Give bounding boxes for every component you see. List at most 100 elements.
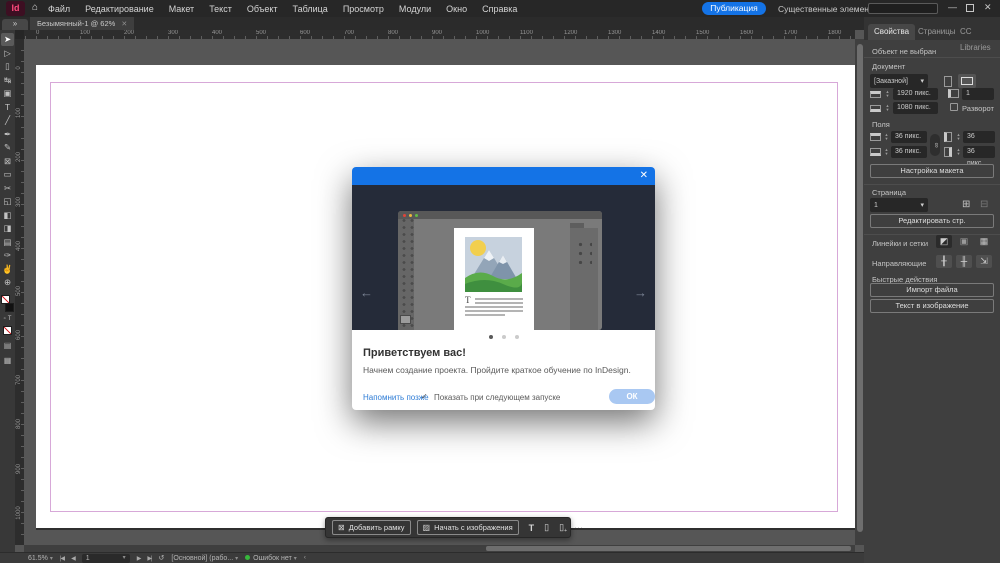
line-tool[interactable]: ╱ (1, 114, 14, 127)
color-theme-tool[interactable]: ✑ (1, 249, 14, 262)
home-icon[interactable]: ⌂ (32, 2, 38, 13)
new-document-icon[interactable]: ▯+ (559, 522, 564, 533)
document-grid-icon[interactable]: ▦ (976, 235, 992, 248)
search-input[interactable] (868, 3, 938, 14)
publish-button[interactable]: Публикация (702, 2, 766, 15)
menu-item[interactable]: Окно (446, 4, 467, 14)
text-to-image-button[interactable]: Текст в изображение (870, 299, 994, 313)
spread-checkbox[interactable] (950, 103, 958, 111)
height-stepper[interactable]: ▲▼ (884, 102, 891, 114)
horizontal-scrollbar[interactable] (24, 545, 855, 552)
preflight-status[interactable]: Ошибок нет▾ (245, 555, 297, 562)
dialog-close-icon[interactable]: ✕ (640, 170, 648, 181)
vertical-scrollbar-thumb[interactable] (857, 44, 863, 532)
gradient-tool[interactable]: ◧ (1, 209, 14, 222)
last-page-button[interactable]: ▶| (147, 555, 151, 562)
remind-later-link[interactable]: Напомнить позже (363, 393, 429, 402)
ok-button[interactable]: ОК (609, 389, 655, 404)
smart-guides-icon[interactable]: ⇲ (976, 255, 992, 268)
content-collector-tool[interactable]: ▣ (1, 87, 14, 100)
menu-item[interactable]: Редактирование (85, 4, 154, 14)
fill-stroke-swatches[interactable] (1, 295, 14, 313)
horizontal-scrollbar-thumb[interactable] (486, 546, 851, 551)
rulers-icon[interactable]: ◩ (936, 235, 952, 248)
import-file-button[interactable]: Импорт файла (870, 283, 994, 297)
menu-item[interactable]: Просмотр (343, 4, 384, 14)
menu-item[interactable]: Справка (482, 4, 517, 14)
width-stepper[interactable]: ▲▼ (884, 88, 891, 100)
type-tool[interactable]: T (1, 101, 14, 114)
add-frame-button[interactable]: ⊠ Добавить рамку (332, 520, 411, 535)
page-tool[interactable]: ▯ (1, 60, 14, 73)
close-button[interactable]: ✕ (984, 2, 992, 13)
guides-icon[interactable]: ╂ (936, 255, 952, 268)
menu-item[interactable]: Таблица (293, 4, 328, 14)
menu-item[interactable]: Объект (247, 4, 278, 14)
document-icon[interactable]: ▯ (544, 522, 549, 533)
minimize-button[interactable]: — (948, 2, 957, 12)
direct-selection-tool[interactable]: ▷ (1, 47, 14, 60)
baseline-grid-icon[interactable]: ▣ (956, 235, 972, 248)
height-field[interactable]: 1080 пикс. (893, 102, 938, 114)
margin-right-stepper[interactable]: ▲▼ (955, 146, 962, 158)
zoom-tool[interactable]: ⊕ (1, 276, 14, 289)
ruler-corner[interactable] (15, 30, 24, 39)
margin-top-field[interactable]: 36 пикс. (891, 131, 927, 143)
tools-dock-header[interactable]: » (2, 19, 28, 30)
preflight-icon[interactable]: ↺ (159, 554, 165, 562)
free-transform-tool[interactable]: ◱ (1, 195, 14, 208)
scroll-left-arrow[interactable]: ‹ (304, 555, 305, 561)
screen-mode-normal-icon[interactable]: ▤ (4, 341, 12, 350)
apply-none-swatch[interactable] (3, 326, 12, 335)
margin-left-field[interactable]: 36 пикс. (963, 131, 995, 143)
menu-item[interactable]: Макет (169, 4, 194, 14)
pencil-tool[interactable]: ✎ (1, 141, 14, 154)
edit-page-button[interactable]: Редактировать стр. (870, 214, 994, 228)
margin-bottom-stepper[interactable]: ▲▼ (883, 146, 890, 158)
gap-tool[interactable]: ↹ (1, 74, 14, 87)
document-tab[interactable]: Безымянный-1 @ 62% ✕ (30, 17, 134, 30)
layout-settings-button[interactable]: Настройка макета (870, 164, 994, 178)
first-page-button[interactable]: |◀ (60, 555, 64, 562)
preset-select[interactable]: [Заказной]▾ (870, 74, 928, 88)
pen-tool[interactable]: ✒ (1, 128, 14, 141)
selection-tool[interactable]: ➤ (1, 33, 14, 46)
tab-cc-libraries[interactable]: CC Libraries (954, 24, 1000, 40)
carousel-next-arrow[interactable]: → (634, 285, 647, 300)
menu-item[interactable]: Текст (209, 4, 232, 14)
start-with-image-button[interactable]: ▨ Начать с изображения (417, 520, 519, 535)
rectangle-tool[interactable]: ▭ (1, 168, 14, 181)
link-margins-icon[interactable]: ∞ (930, 134, 940, 156)
stroke-swatch[interactable] (5, 303, 14, 312)
frame-tool[interactable]: ⊠ (1, 155, 14, 168)
next-page-button[interactable]: ▶ (137, 555, 141, 562)
formatting-container-icon[interactable]: ▫ (4, 316, 6, 322)
delete-page-icon[interactable]: ⊟ (980, 199, 988, 210)
apply-format-icons[interactable]: ▫T (4, 316, 12, 322)
landscape-orientation-icon[interactable] (958, 74, 976, 88)
screen-mode-preview-icon[interactable]: ▦ (4, 356, 12, 365)
hand-tool[interactable]: ✌ (1, 263, 14, 276)
preflight-profile[interactable]: [Основной] (рабо...▾ (171, 555, 238, 562)
carousel-dot[interactable] (502, 335, 506, 339)
fill-swatch[interactable] (1, 295, 10, 304)
pages-field[interactable]: 1 (962, 88, 994, 100)
tab-close-icon[interactable]: ✕ (121, 20, 127, 28)
portrait-orientation-icon[interactable] (944, 76, 952, 87)
restore-button[interactable] (966, 4, 974, 12)
menu-item[interactable]: Модули (399, 4, 431, 14)
margin-bottom-field[interactable]: 36 пикс. (891, 146, 927, 158)
note-tool[interactable]: ▤ (1, 236, 14, 249)
menu-item[interactable]: Файл (48, 4, 70, 14)
vertical-scrollbar[interactable] (855, 39, 864, 545)
more-options-icon[interactable]: ⋯ (574, 522, 583, 533)
margin-top-stepper[interactable]: ▲▼ (883, 131, 890, 143)
width-field[interactable]: 1920 пикс. (893, 88, 938, 100)
show-on-startup-checkbox[interactable]: ✓ (421, 393, 429, 401)
page-select[interactable]: 1▾ (870, 198, 928, 212)
previous-page-button[interactable]: ◀ (71, 555, 75, 562)
carousel-previous-arrow[interactable]: ← (360, 285, 373, 300)
carousel-dot[interactable] (515, 335, 519, 339)
carousel-dot[interactable] (489, 335, 493, 339)
lock-guides-icon[interactable]: ╫ (956, 255, 972, 268)
